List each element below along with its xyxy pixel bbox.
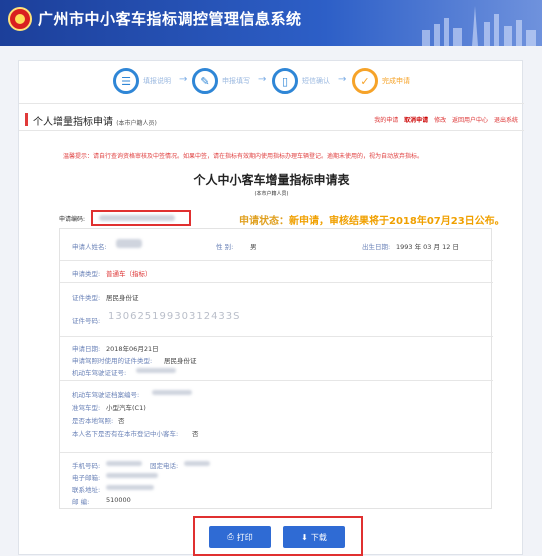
step-instructions: ☰ 填报说明 bbox=[113, 67, 171, 95]
application-form: 申请人姓名: 性 别: 男 出生日期: 1993 年 03 月 12 日 申请类… bbox=[59, 228, 493, 510]
page-title-sub: (本市户籍人员) bbox=[116, 120, 157, 127]
email-label: 电子邮箱: bbox=[72, 474, 101, 482]
title-accent bbox=[25, 113, 28, 126]
mobile-label: 手机号码: bbox=[72, 462, 101, 470]
id-no-label: 证件号码: bbox=[72, 317, 101, 325]
page-title-text: 个人增量指标申请 bbox=[33, 117, 113, 128]
page-title: 个人增量指标申请 (本市户籍人员) bbox=[33, 113, 157, 128]
local-license-value: 否 bbox=[118, 417, 125, 425]
step-sms-confirm: ▯ 短信确认 bbox=[272, 67, 330, 95]
redacted-license-file bbox=[152, 390, 192, 395]
app-header: 广州市中小客车指标调控管理信息系统 bbox=[0, 0, 542, 46]
link-cancel-application[interactable]: 取消申请 bbox=[404, 117, 428, 124]
download-label: 下载 bbox=[310, 532, 327, 542]
applicant-name-label: 申请人姓名: bbox=[72, 243, 107, 251]
print-button[interactable]: ⎙ 打印 bbox=[209, 526, 271, 548]
section-driving: 机动车驾驶证档案编号: 准驾车型: 小型汽车(C1) 是否本地驾照: 否 本人名… bbox=[60, 381, 493, 453]
vehicle-class-label: 准驾车型: bbox=[72, 404, 101, 412]
notice-text: 温馨提示：请自行查询资格审核及中签情况。如果中签，请在指标有效期内使用指标办理车… bbox=[63, 153, 424, 160]
section-license: 申请日期: 2018年06月21日 申请驾照时使用的证件类型: 居民身份证 机动… bbox=[60, 337, 493, 381]
printer-icon: ⎙ bbox=[227, 532, 234, 541]
link-user-center[interactable]: 返回用户中心 bbox=[452, 117, 488, 124]
license-no-label: 机动车驾驶证证号: bbox=[72, 369, 127, 377]
download-icon: ⬇ bbox=[301, 532, 308, 542]
status-label: 申请状态： bbox=[239, 216, 289, 227]
apply-no-label: 申请编码: bbox=[59, 216, 86, 223]
address-label: 联系地址: bbox=[72, 486, 101, 494]
step-arrow-icon: → bbox=[258, 74, 267, 85]
list-icon: ☰ bbox=[113, 68, 139, 94]
top-links: 我的申请 取消申请 修改 返回用户中心 退出系统 bbox=[370, 115, 518, 124]
step-label: 短信确认 bbox=[302, 77, 330, 85]
vehicle-class-value: 小型汽车(C1) bbox=[106, 404, 146, 412]
section-contact: 手机号码: 固定电话: 电子邮箱: 联系地址: 邮 编: 510000 bbox=[60, 453, 493, 510]
type-value: 普通车（指标） bbox=[106, 270, 152, 278]
gender-value: 男 bbox=[250, 243, 257, 251]
type-label: 申请类型: bbox=[72, 270, 101, 278]
progress-steps: ☰ 填报说明 → ✎ 申报填写 → ▯ 短信确认 → ✓ 完成申请 bbox=[19, 61, 524, 104]
license-file-label: 机动车驾驶证档案编号: bbox=[72, 391, 140, 399]
step-label: 申报填写 bbox=[222, 77, 250, 85]
status-value: 新申请，审核结果将于2018年07月23日公布。 bbox=[289, 216, 505, 227]
birth-value: 1993 年 03 月 12 日 bbox=[396, 243, 459, 251]
id-type-value: 居民身份证 bbox=[106, 294, 139, 302]
gender-label: 性 别: bbox=[216, 243, 234, 251]
section-titlebar: 个人增量指标申请 (本市户籍人员) 我的申请 取消申请 修改 返回用户中心 退出… bbox=[19, 109, 524, 131]
redacted-mobile bbox=[106, 461, 142, 466]
redacted-license-no bbox=[136, 368, 176, 373]
apply-date-value: 2018年06月21日 bbox=[106, 345, 159, 353]
form-title: 个人中小客车增量指标申请表 bbox=[193, 173, 350, 187]
link-modify[interactable]: 修改 bbox=[434, 117, 446, 124]
apply-date-label: 申请日期: bbox=[72, 345, 101, 353]
section-type: 申请类型: 普通车（指标） bbox=[60, 261, 493, 283]
step-label: 填报说明 bbox=[143, 77, 171, 85]
edit-icon: ✎ bbox=[192, 68, 218, 94]
postcode-label: 邮 编: bbox=[72, 498, 90, 506]
id-type-label: 证件类型: bbox=[72, 294, 101, 302]
step-arrow-icon: → bbox=[338, 74, 347, 85]
redacted-address bbox=[106, 485, 154, 490]
apply-no-highlight bbox=[91, 210, 191, 226]
registered-label: 本人名下是否有在本市登记中小客车: bbox=[72, 430, 179, 438]
main-card: ☰ 填报说明 → ✎ 申报填写 → ▯ 短信确认 → ✓ 完成申请 个人增量指标… bbox=[18, 60, 524, 556]
step-label: 完成申请 bbox=[382, 77, 410, 85]
section-id: 证件类型: 居民身份证 证件号码: 13062519930312433S bbox=[60, 283, 493, 337]
redacted-phone bbox=[184, 461, 210, 466]
birth-label: 出生日期: bbox=[362, 243, 391, 251]
section-applicant: 申请人姓名: 性 别: 男 出生日期: 1993 年 03 月 12 日 bbox=[60, 229, 493, 261]
application-status: 申请状态：新申请，审核结果将于2018年07月23日公布。 bbox=[239, 212, 505, 227]
link-logout[interactable]: 退出系统 bbox=[494, 117, 518, 124]
postcode-value: 510000 bbox=[106, 496, 131, 504]
app-title: 广州市中小客车指标调控管理信息系统 bbox=[38, 10, 302, 28]
redacted-email bbox=[106, 473, 158, 478]
link-my-application[interactable]: 我的申请 bbox=[374, 117, 398, 124]
registered-value: 否 bbox=[192, 430, 199, 438]
phone-icon: ▯ bbox=[272, 68, 298, 94]
step-arrow-icon: → bbox=[179, 74, 188, 85]
action-buttons-highlight: ⎙ 打印 ⬇ 下载 bbox=[193, 516, 363, 556]
emblem-logo bbox=[8, 7, 32, 31]
print-label: 打印 bbox=[236, 532, 253, 542]
license-id-type-label: 申请驾照时使用的证件类型: bbox=[72, 357, 153, 365]
download-button[interactable]: ⬇ 下载 bbox=[283, 526, 345, 548]
form-subtitle: (本市户籍人员) bbox=[254, 191, 289, 197]
license-id-type-value: 居民身份证 bbox=[164, 357, 197, 365]
city-skyline-illustration bbox=[422, 6, 536, 46]
redacted-name bbox=[116, 239, 142, 248]
phone-label: 固定电话: bbox=[150, 462, 179, 470]
application-row: 申请编码: 申请状态：新申请，审核结果将于2018年07月23日公布。 bbox=[59, 210, 505, 227]
redacted-value bbox=[99, 215, 175, 221]
step-complete: ✓ 完成申请 bbox=[352, 67, 410, 95]
step-fill-form: ✎ 申报填写 bbox=[192, 67, 250, 95]
done-icon: ✓ bbox=[352, 68, 378, 94]
local-license-label: 是否本地驾照: bbox=[72, 417, 114, 425]
id-no-value: 13062519930312433S bbox=[108, 311, 241, 322]
